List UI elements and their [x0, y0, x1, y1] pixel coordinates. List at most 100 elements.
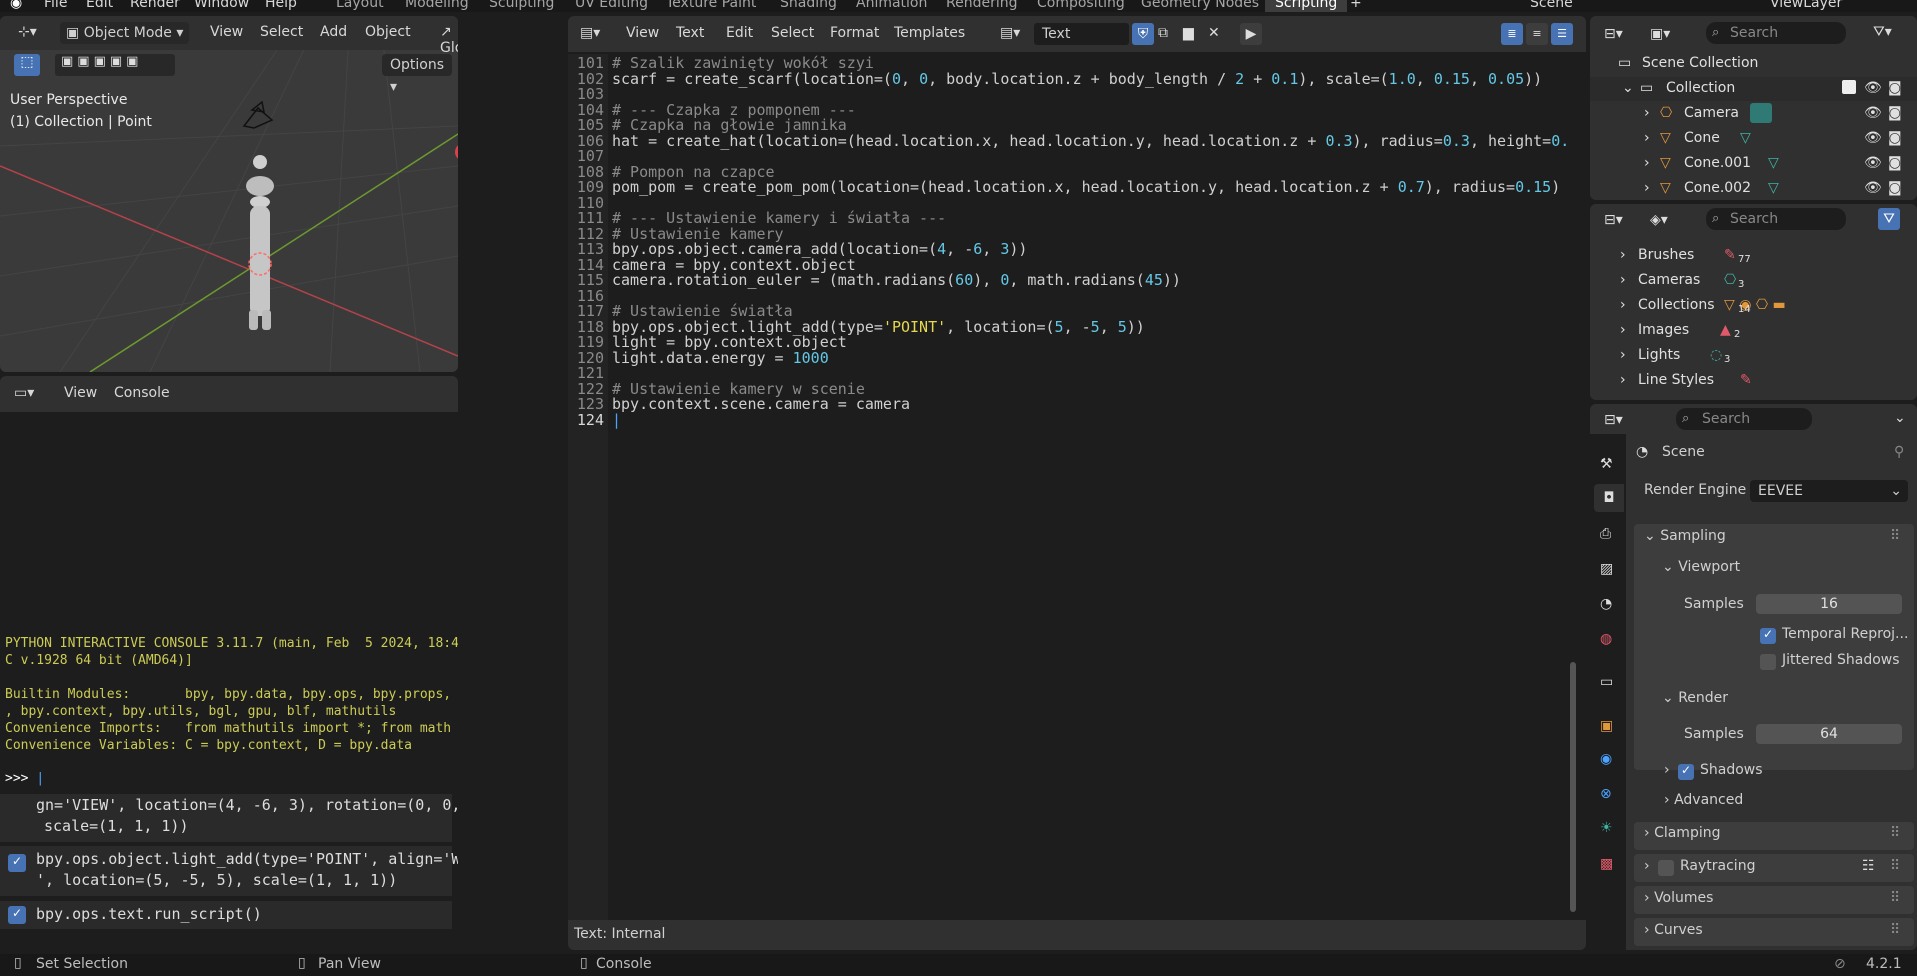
options-dropdown[interactable]: Options ▾: [382, 54, 452, 95]
sampling-header[interactable]: ⌄ Sampling: [1644, 528, 1726, 544]
console-prompt[interactable]: >>> |: [5, 771, 44, 786]
drag-handle-icon[interactable]: ⠿: [1890, 528, 1900, 544]
unlink-close-icon[interactable]: ✕: [1208, 25, 1220, 41]
text-menu-select[interactable]: Select: [771, 25, 814, 41]
exclude-checkbox[interactable]: [1842, 80, 1856, 94]
code-line[interactable]: 115 camera.rotation_euler = (math.radians…: [568, 271, 1568, 289]
chevron-right-icon[interactable]: ›: [1620, 322, 1626, 338]
outliner-editor-type-icon[interactable]: ⊟▾: [1604, 26, 1623, 42]
run-script-icon[interactable]: ▶: [1240, 23, 1262, 45]
drag-handle-icon[interactable]: ⠿: [1890, 922, 1900, 938]
tree-collection[interactable]: ⌄ ▭ Collection 👁 ◙: [1590, 77, 1917, 101]
syntax-highlight-toggle-icon[interactable]: ☰: [1551, 23, 1573, 45]
text-menu-text[interactable]: Text: [676, 25, 704, 41]
render-tab-icon[interactable]: ◘: [1594, 484, 1624, 512]
volumes-header[interactable]: › Volumes: [1644, 890, 1713, 906]
render-camera-icon[interactable]: ◙: [1888, 155, 1902, 171]
constraints-tab-icon[interactable]: ⊗: [1600, 786, 1612, 802]
tree-item-camera[interactable]: › ⎔ Camera 👁 ◙: [1590, 102, 1917, 126]
blend-item-line-styles[interactable]: › Line Styles ✎: [1590, 369, 1917, 393]
camera-data-icon[interactable]: [1750, 103, 1772, 123]
render-camera-icon[interactable]: ◙: [1888, 105, 1902, 121]
blend-item-brushes[interactable]: › Brushes ✎ 77: [1590, 244, 1917, 268]
clamping-header[interactable]: › Clamping: [1644, 825, 1720, 841]
text-menu-edit[interactable]: Edit: [726, 25, 753, 41]
code-line[interactable]: 111 # --- Ustawienie kamery i światła ---: [568, 209, 1568, 227]
tab-layout[interactable]: Layout: [336, 0, 384, 11]
navigation-gizmo-axes[interactable]: Z X Y: [450, 108, 458, 218]
code-line[interactable]: 107: [568, 147, 1568, 165]
tab-texture-paint[interactable]: Texture Paint: [666, 0, 756, 11]
text-menu-view[interactable]: View: [626, 25, 659, 41]
code-line[interactable]: 117 # Ustawienie światła: [568, 302, 1568, 320]
raytracing-checkbox[interactable]: [1658, 860, 1674, 876]
tree-item-cone-002[interactable]: › ▽ Cone.002 ▽ 👁 ◙: [1590, 177, 1917, 200]
properties-editor-type-icon[interactable]: ⊟▾: [1604, 412, 1623, 428]
chevron-down-icon[interactable]: ⌄: [1894, 410, 1906, 426]
eye-icon[interactable]: 👁: [1864, 80, 1882, 96]
code-line[interactable]: 104 # --- Czapka z pomponem ---: [568, 101, 1568, 119]
chevron-right-icon[interactable]: ›: [1620, 247, 1626, 263]
camera-object-icon[interactable]: [240, 100, 276, 130]
tree-item-cone-001[interactable]: › ▽ Cone.001 ▽ 👁 ◙: [1590, 152, 1917, 176]
collection-tab-icon[interactable]: ▭: [1600, 674, 1613, 690]
menu-file[interactable]: File: [44, 0, 67, 11]
chevron-right-icon[interactable]: ›: [1620, 272, 1626, 288]
code-line[interactable]: 108 # Pompon na czapce: [568, 163, 1568, 181]
filter-icon[interactable]: ⛛: [1878, 208, 1900, 230]
console-menu-console[interactable]: Console: [114, 385, 170, 401]
blender-logo-icon[interactable]: ◉: [10, 0, 22, 11]
menu-edit[interactable]: Edit: [86, 0, 113, 11]
tab-sculpting[interactable]: Sculpting: [489, 0, 554, 11]
code-line[interactable]: 114 camera = bpy.context.object: [568, 256, 1568, 274]
curves-header[interactable]: › Curves: [1644, 922, 1703, 938]
drag-handle-icon[interactable]: ⠿: [1890, 858, 1900, 874]
blend-item-cameras[interactable]: › Cameras ⎔ 3: [1590, 269, 1917, 293]
drag-handle-icon[interactable]: ⠿: [1890, 825, 1900, 841]
scene-figure-object[interactable]: [230, 136, 290, 336]
mode-selector[interactable]: ▣ Object Mode ▾: [60, 22, 190, 44]
viewport-3d[interactable]: ⊹▾ ▣ Object Mode ▾ View Select Add Objec…: [0, 16, 458, 372]
code-line[interactable]: 120 light.data.energy = 1000: [568, 349, 1568, 367]
add-workspace-button[interactable]: +: [1350, 0, 1362, 11]
console-editor-type-icon[interactable]: ▭▾: [14, 385, 34, 401]
selection-mode-icons[interactable]: ▣▣▣▣▣: [55, 54, 175, 76]
outliner-search-input[interactable]: Search: [1706, 22, 1846, 44]
viewport-menu-select[interactable]: Select: [260, 24, 303, 40]
tab-shading[interactable]: Shading: [780, 0, 837, 11]
chevron-right-icon[interactable]: ›: [1644, 130, 1650, 146]
python-console[interactable]: ▭▾ View Console PYTHON INTERACTIVE CONSO…: [0, 376, 458, 950]
text-scrollbar[interactable]: [1570, 52, 1576, 912]
code-line[interactable]: 121: [568, 364, 1568, 382]
code-line[interactable]: 101 # Szalik zawinięty wokół szyi: [568, 54, 1568, 72]
code-line[interactable]: 106 hat = create_hat(location=(head.locat…: [568, 132, 1569, 150]
blendfile-search-input[interactable]: Search: [1706, 208, 1846, 230]
tab-geometry-nodes[interactable]: Geometry Nodes: [1141, 0, 1259, 11]
eye-icon[interactable]: 👁: [1864, 130, 1882, 146]
viewport-menu-object[interactable]: Object: [365, 24, 411, 40]
world-tab-icon[interactable]: ◍: [1600, 631, 1612, 647]
filter-icon[interactable]: ⛛▾: [1873, 24, 1892, 40]
editor-type-icon[interactable]: ⊹▾: [18, 24, 37, 40]
blend-item-images[interactable]: › Images ▲ 2: [1590, 319, 1917, 343]
light-data-tab-icon[interactable]: ☀: [1600, 820, 1613, 836]
tab-rendering[interactable]: Rendering: [946, 0, 1018, 11]
duplicate-text-icon[interactable]: ⧉: [1158, 25, 1168, 41]
tool-tab-icon[interactable]: ⚒: [1600, 456, 1613, 472]
scene-selector[interactable]: Scene: [1530, 0, 1573, 11]
display-mode-icon[interactable]: ▣▾: [1650, 26, 1670, 42]
physics-tab-icon[interactable]: ◉: [1600, 751, 1612, 767]
code-line[interactable]: 119 light = bpy.context.object: [568, 333, 1568, 351]
view-layer-tab-icon[interactable]: ▨: [1600, 561, 1613, 577]
properties-search-input[interactable]: Search: [1676, 408, 1812, 430]
temporal-reprojection-checkbox[interactable]: [1760, 627, 1776, 644]
code-line[interactable]: 102 scarf = create_scarf(location=(0, 0, …: [568, 70, 1568, 88]
render-engine-dropdown[interactable]: EEVEE ⌄: [1750, 480, 1908, 502]
text-editor-type-icon[interactable]: ▤▾: [580, 25, 600, 41]
chevron-right-icon[interactable]: ›: [1620, 297, 1626, 313]
code-line[interactable]: 105 # Czapka na głowie jamnika: [568, 116, 1568, 134]
chevron-right-icon[interactable]: ›: [1644, 155, 1650, 171]
blend-item-collections[interactable]: › Collections ▽ ◉ ⎔ ▬ 14: [1590, 294, 1917, 318]
eye-icon[interactable]: 👁: [1864, 105, 1882, 121]
chevron-down-icon[interactable]: ⌄: [1622, 80, 1634, 96]
